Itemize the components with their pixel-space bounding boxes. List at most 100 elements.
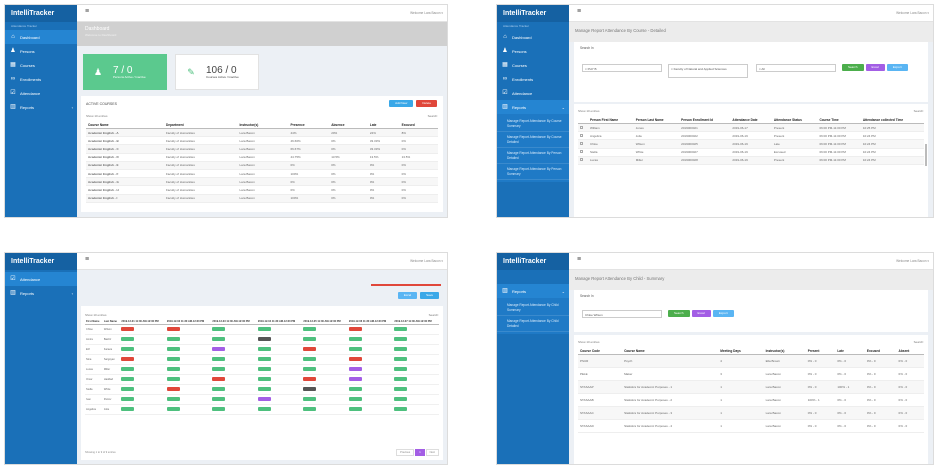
sidebar-item-enrollments[interactable]: ∞ Enrollments (5, 72, 77, 86)
sidebar-item-attendance[interactable]: ☑ Attendance (5, 272, 77, 286)
attendance-status-toggle[interactable] (394, 377, 408, 381)
user-menu[interactable]: Welcome Lara Bacon ▾ (410, 259, 443, 263)
column-header[interactable]: Department (163, 121, 238, 129)
attendance-status-toggle[interactable] (257, 347, 271, 351)
attendance-status-toggle[interactable] (121, 347, 135, 351)
attendance-status-toggle[interactable] (166, 327, 180, 331)
column-header[interactable]: Presence (288, 121, 330, 129)
page-1-button[interactable]: 1 (415, 449, 425, 456)
sidebar-item-persons[interactable]: ♟ Persons (5, 44, 77, 58)
table-row[interactable]: Lucas Miller 2019000028 2019-06-19 Present 06… (578, 156, 924, 165)
attendance-status-toggle[interactable] (121, 407, 135, 411)
row-checkbox[interactable] (580, 150, 583, 154)
sidebar-item-dashboard[interactable]: ⌂ Dashboard (497, 30, 569, 44)
attendance-status-toggle[interactable] (348, 337, 362, 341)
add-new-button[interactable]: Add New (389, 100, 414, 107)
attendance-status-toggle[interactable] (166, 387, 180, 391)
entries-select[interactable]: Show 10 entries (86, 114, 108, 118)
attendance-status-toggle[interactable] (121, 387, 135, 391)
save-button[interactable]: Save (420, 292, 439, 299)
attendance-status-toggle[interactable] (166, 347, 180, 351)
attendance-status-toggle[interactable] (121, 327, 135, 331)
report-link-child-summary[interactable]: Manage Report Attendance By Child Summar… (497, 300, 569, 316)
attendance-status-toggle[interactable] (121, 367, 135, 371)
attendance-status-toggle[interactable] (257, 337, 271, 341)
next-page-button[interactable]: Next (425, 449, 439, 456)
attendance-status-toggle[interactable] (394, 397, 408, 401)
attendance-status-toggle[interactable] (257, 367, 271, 371)
attendance-status-toggle[interactable] (303, 347, 317, 351)
attendance-status-toggle[interactable] (212, 377, 226, 381)
attendance-status-toggle[interactable] (394, 387, 408, 391)
column-header[interactable]: Instructor(s) (763, 347, 806, 355)
export-button[interactable]: Export (886, 64, 908, 71)
attendance-status-toggle[interactable] (166, 337, 180, 341)
sidebar-item-reports[interactable]: ▥ Reports ‹ (5, 286, 77, 300)
table-row[interactable]: STASAAB Statistics for Academic Purposes … (578, 393, 924, 407)
attendance-status-toggle[interactable] (394, 367, 408, 371)
column-header[interactable]: Person Last Name (633, 116, 680, 124)
table-row[interactable]: William Jones 2019000021 2019-06-17 Present 0… (578, 123, 924, 133)
column-header[interactable]: Person First Name (587, 116, 634, 124)
user-menu[interactable]: Welcome Lara Bacon ▾ (896, 11, 929, 15)
attendance-status-toggle[interactable] (348, 347, 362, 351)
courses-stat-card[interactable]: ✎ 106 / 0 Courses Active / Inactive (175, 54, 259, 90)
report-link-person-summary[interactable]: Manage Report Attendance By Person Summa… (497, 164, 569, 180)
persons-stat-card[interactable]: ♟ 7 / 0 Persons Active / Inactive (83, 54, 167, 90)
vertical-scrollbar[interactable] (925, 144, 927, 166)
excel-button[interactable]: Excel (691, 310, 711, 317)
column-header[interactable]: Excused (399, 121, 438, 129)
attendance-status-toggle[interactable] (166, 377, 180, 381)
child-select[interactable]: Chloe Wilson (582, 310, 662, 318)
attendance-status-toggle[interactable] (212, 407, 226, 411)
attendance-status-toggle[interactable] (348, 357, 362, 361)
table-row[interactable]: PSUR Psych 4 Ella Brown 0% - 0 0% - 0 0% - 0 0%… (578, 354, 924, 368)
attendance-status-toggle[interactable] (394, 337, 408, 341)
sidebar-item-courses[interactable]: ▦ Courses (497, 58, 569, 72)
attendance-status-toggle[interactable] (212, 367, 226, 371)
entries-select[interactable]: Show 10 entries (85, 313, 107, 317)
column-header[interactable]: Course Code (578, 347, 623, 355)
column-header[interactable]: Absent (896, 347, 924, 355)
sidebar-item-dashboard[interactable]: ⌂ Dashboard (5, 30, 77, 44)
search-label[interactable]: Search: (429, 313, 439, 317)
attendance-status-toggle[interactable] (348, 367, 362, 371)
table-row[interactable]: Academic English - A Faculty of Humanitie… (86, 128, 438, 138)
menu-toggle-icon[interactable]: ≡ (85, 8, 89, 15)
report-link-person-detailed[interactable]: Manage Report Attendance By Person Detai… (497, 148, 569, 164)
attendance-status-toggle[interactable] (303, 337, 317, 341)
status-select[interactable]: × All (756, 64, 836, 72)
attendance-status-toggle[interactable] (212, 357, 226, 361)
attendance-status-toggle[interactable] (212, 337, 226, 341)
excel-button[interactable]: Excel (397, 292, 418, 299)
menu-toggle-icon[interactable]: ≡ (577, 8, 581, 15)
menu-toggle-icon[interactable]: ≡ (85, 256, 89, 263)
table-row[interactable]: Academic English - C Faculty of Humanitie… (86, 144, 438, 154)
attendance-status-toggle[interactable] (394, 407, 408, 411)
sidebar-item-persons[interactable]: ♟ Persons (497, 44, 569, 58)
row-checkbox[interactable] (580, 158, 583, 162)
user-menu[interactable]: Welcome Lara Bacon ▾ (896, 259, 929, 263)
column-header[interactable]: Excused (864, 347, 897, 355)
delete-button[interactable]: Delete (416, 100, 437, 107)
attendance-status-toggle[interactable] (303, 407, 317, 411)
table-row[interactable]: Academic English - E Faculty of Humanitie… (86, 161, 438, 170)
attendance-status-toggle[interactable] (348, 387, 362, 391)
table-row[interactable]: Academic English - H Faculty of Humanitie… (86, 185, 438, 195)
sidebar-item-reports[interactable]: ▥ Reports ⌄ (497, 100, 569, 114)
sidebar-item-reports[interactable]: ▥ Reports ‹ (5, 100, 77, 114)
column-header[interactable]: Present (805, 347, 836, 355)
excel-button[interactable]: Excel (865, 64, 885, 71)
attendance-status-toggle[interactable] (121, 357, 135, 361)
attendance-status-toggle[interactable] (394, 327, 408, 331)
search-label[interactable]: Search: (914, 340, 924, 344)
column-header[interactable]: Attendance collected Time (860, 116, 924, 124)
attendance-status-toggle[interactable] (166, 357, 180, 361)
attendance-status-toggle[interactable] (257, 387, 271, 391)
export-button[interactable]: Export (712, 310, 734, 317)
column-header[interactable]: Instructor(s) (237, 121, 289, 129)
report-link-course-detailed[interactable]: Manage Report Attendance By Course Detai… (497, 132, 569, 148)
table-row[interactable]: Academic English - I Faculty of Humanitie… (86, 194, 438, 203)
attendance-status-toggle[interactable] (166, 367, 180, 371)
table-row[interactable]: Academic English - D Faculty of Humanitie… (86, 153, 438, 162)
